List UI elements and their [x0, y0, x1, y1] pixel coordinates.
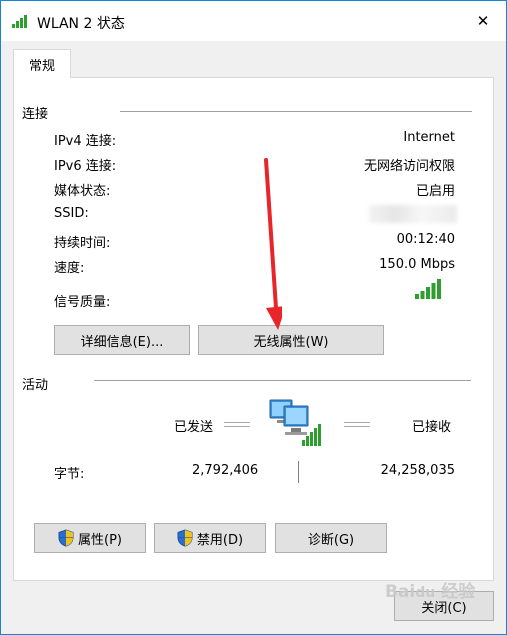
media-state-value: 已启用 — [415, 184, 455, 199]
ipv4-value: Internet — [403, 130, 455, 145]
shield-icon — [177, 529, 193, 547]
general-panel: 连接 IPv4 连接: Internet IPv6 连接: 无网络访问权限 媒体… — [13, 77, 494, 581]
activity-separator — [94, 380, 471, 381]
connection-separator — [120, 111, 472, 112]
diagnose-button-label: 诊断(G) — [307, 532, 355, 548]
ipv6-value: 无网络访问权限 — [363, 159, 455, 174]
close-button-label: 关闭(C) — [421, 600, 467, 616]
title-bar: WLAN 2 状态 ✕ — [1, 1, 506, 41]
network-computers-icon — [269, 399, 321, 446]
activity-section-title: 活动 — [22, 378, 49, 393]
speed-label: 速度: — [54, 261, 85, 276]
media-state-label: 媒体状态: — [54, 184, 111, 199]
disable-button[interactable]: 禁用(D) — [154, 523, 266, 553]
close-glyph: ✕ — [476, 12, 490, 30]
close-button[interactable]: 关闭(C) — [394, 591, 494, 621]
bytes-divider — [298, 461, 299, 483]
tab-general[interactable]: 常规 — [13, 49, 71, 78]
diagnose-button[interactable]: 诊断(G) — [275, 523, 387, 553]
close-icon[interactable]: ✕ — [460, 1, 506, 41]
wireless-properties-button[interactable]: 无线属性(W) — [198, 325, 384, 355]
ssid-value-redacted — [369, 205, 457, 223]
sent-label: 已发送 — [174, 420, 214, 435]
bytes-sent-value: 2,792,406 — [192, 463, 259, 478]
speed-value: 150.0 Mbps — [379, 257, 455, 272]
connection-section-title: 连接 — [22, 107, 49, 122]
status-window: WLAN 2 状态 ✕ 常规 连接 IPv4 连接: Internet IPv6… — [0, 0, 507, 635]
received-line — [344, 422, 370, 427]
ipv6-label: IPv6 连接: — [54, 159, 117, 174]
details-button[interactable]: 详细信息(E)... — [54, 325, 190, 355]
bytes-label: 字节: — [54, 467, 85, 482]
ipv4-label: IPv4 连接: — [54, 134, 117, 149]
wifi-signal-icon — [12, 15, 27, 28]
ssid-label: SSID: — [54, 206, 89, 221]
details-button-label: 详细信息(E)... — [80, 334, 164, 350]
sent-line — [224, 422, 250, 427]
received-label: 已接收 — [412, 420, 452, 435]
tab-label: 常规 — [28, 58, 55, 74]
signal-strength-icon — [415, 279, 441, 299]
window-title: WLAN 2 状态 — [37, 16, 125, 32]
properties-button-label: 属性(P) — [78, 532, 122, 548]
signal-quality-label: 信号质量: — [54, 295, 111, 310]
annotation-arrow-icon — [264, 158, 282, 330]
shield-icon — [58, 529, 74, 547]
properties-button[interactable]: 属性(P) — [34, 523, 146, 553]
duration-label: 持续时间: — [54, 236, 111, 251]
duration-value: 00:12:40 — [396, 232, 455, 247]
bytes-received-value: 24,258,035 — [380, 463, 455, 478]
disable-button-label: 禁用(D) — [196, 532, 244, 548]
wireless-properties-label: 无线属性(W) — [253, 334, 329, 350]
